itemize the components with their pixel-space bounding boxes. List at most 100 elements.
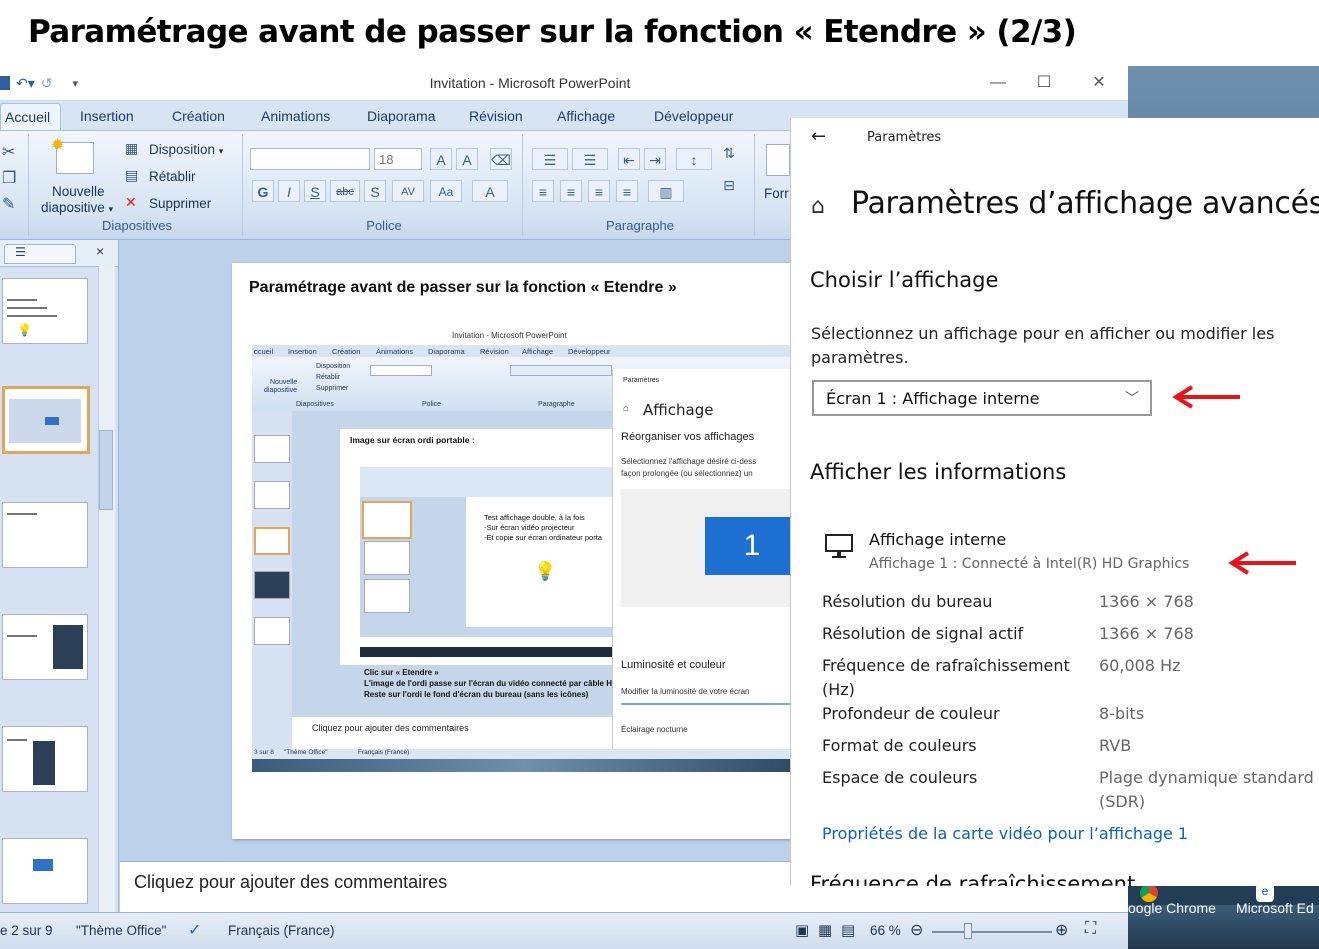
thumbnail-slide-6[interactable] (2, 838, 88, 904)
thumbnail-scrollbar-thumb[interactable] (99, 430, 113, 510)
thumbnail-content (53, 625, 83, 669)
sun-icon: ✹ (51, 137, 65, 154)
tab-slides[interactable]: ☰ (4, 244, 76, 264)
numbering-icon[interactable]: ☰ (572, 148, 608, 170)
new-slide-button[interactable]: diapositive ▾ (41, 200, 113, 215)
indent-icon[interactable]: ⇥ (644, 148, 666, 170)
inner-thumb (254, 571, 290, 599)
current-slide[interactable]: Paramétrage avant de passer sur la fonct… (232, 263, 798, 839)
info-value-refresh: 60,008 Hz (1099, 656, 1181, 675)
shadow-icon[interactable]: S (364, 180, 386, 202)
copy-icon[interactable]: ❐ (2, 168, 16, 188)
close-pane-icon[interactable]: × (96, 243, 104, 259)
zoom-in-icon[interactable]: ⊕ (1055, 920, 1068, 940)
new-slide-label-1[interactable]: Nouvelle (52, 184, 105, 199)
tab-creation[interactable]: Création (172, 108, 225, 124)
inner-status: 3 sur 8 (254, 749, 274, 756)
slide-thumbnail-pane: ☰ × 💡 (0, 240, 119, 912)
zoom-out-icon[interactable]: ⊖ (910, 920, 923, 940)
cut-icon[interactable]: ✂ (2, 142, 15, 162)
zoom-level[interactable]: 66 % (870, 923, 901, 938)
disposition-button[interactable]: Disposition ▾ (149, 142, 223, 157)
display-name: Affichage interne (869, 530, 1007, 549)
inner-affichage-title: Affichage (643, 401, 714, 419)
outdent-icon[interactable]: ⇤ (618, 148, 640, 170)
thumbnail-slide-5[interactable] (2, 726, 88, 792)
grow-font-icon[interactable]: A (430, 148, 452, 170)
shapes-icon[interactable] (766, 144, 790, 176)
font-size-combo[interactable]: 18 (374, 148, 422, 170)
nested-text: Test affichage double, à la fois (484, 513, 585, 522)
zoom-slider-thumb[interactable] (964, 923, 972, 939)
status-theme[interactable]: "Thème Office" (76, 923, 166, 938)
columns-icon[interactable]: ▥ (648, 180, 684, 202)
fit-slide-icon[interactable]: ⛶ (1085, 920, 1096, 938)
font-color-icon[interactable]: A (472, 180, 508, 202)
bulb-icon: 💡 (534, 561, 557, 581)
new-slide-icon[interactable]: ✹ (51, 137, 94, 174)
clear-format-icon[interactable]: ⌫ (490, 148, 512, 170)
tab-insertion[interactable]: Insertion (80, 108, 134, 124)
thumbnail-slide-4[interactable] (2, 614, 88, 680)
tab-accueil[interactable]: Accueil (0, 103, 62, 131)
adapter-properties-link[interactable]: Propriétés de la carte vidéo pour l’affi… (822, 824, 1188, 843)
format-partial-label[interactable]: Forr (764, 186, 789, 201)
status-language[interactable]: Français (France) (228, 923, 335, 938)
back-arrow-icon[interactable]: ← (811, 126, 826, 147)
bullets-icon[interactable]: ☰ (532, 148, 568, 170)
monitor-icon (825, 534, 853, 558)
close-button[interactable]: ✕ (1076, 70, 1122, 96)
info-value-color-space: Plage dynamique standard (1099, 768, 1314, 787)
tab-developpeur[interactable]: Développeur (654, 108, 733, 124)
sorter-view-icon[interactable]: ▦ (818, 921, 832, 939)
align-right-icon[interactable]: ≡ (588, 180, 610, 202)
inner-display-1-tile: 1 (705, 517, 798, 575)
taskbar-edge-label[interactable]: Microsoft Ed (1236, 900, 1314, 916)
tab-revision[interactable]: Révision (469, 108, 523, 124)
thumbnail-scrollbar[interactable] (98, 266, 115, 912)
spacing-icon[interactable]: AV (392, 180, 424, 202)
inner-inner-titlebar (360, 457, 622, 467)
tab-affichage[interactable]: Affichage (557, 108, 615, 124)
justify-icon[interactable]: ≡ (616, 180, 638, 202)
minimize-button[interactable]: — (975, 70, 1021, 96)
thumbnail-slide-1[interactable]: 💡 (2, 278, 88, 344)
supprimer-button[interactable]: Supprimer (149, 196, 211, 211)
underline-icon[interactable]: S (304, 180, 326, 202)
align-center-icon[interactable]: ≡ (560, 180, 582, 202)
bold-icon[interactable]: G (252, 180, 274, 202)
strike-icon[interactable]: abc (330, 180, 360, 202)
info-value-format: RVB (1099, 736, 1132, 755)
info-value-signal: 1366 × 768 (1099, 624, 1194, 643)
tab-animations[interactable]: Animations (261, 108, 330, 124)
spellcheck-icon[interactable]: ✓ (188, 920, 201, 940)
font-name-combo[interactable] (250, 148, 370, 170)
home-icon[interactable]: ⌂ (811, 194, 825, 219)
taskbar-chrome-label[interactable]: oogle Chrome (1128, 900, 1216, 916)
zoom-slider[interactable] (932, 931, 1052, 933)
inner-tab: Insertion (288, 347, 317, 356)
inner-desktop (252, 759, 798, 772)
italic-icon[interactable]: I (278, 180, 300, 202)
case-icon[interactable]: Aa (430, 180, 462, 202)
thumbnail-slide-3[interactable] (2, 502, 88, 568)
text-direction-icon[interactable]: ⇅ (718, 142, 740, 164)
line-spacing-icon[interactable]: ↕ (676, 148, 712, 170)
chevron-down-icon: ▾ (108, 204, 114, 214)
format-painter-icon[interactable]: ✎ (2, 194, 15, 214)
tab-diaporama[interactable]: Diaporama (367, 108, 435, 124)
retablir-button[interactable]: Rétablir (149, 169, 196, 184)
align-left-icon[interactable]: ≡ (532, 180, 554, 202)
thumbnail-slide-2[interactable] (2, 386, 90, 454)
maximize-button[interactable]: ☐ (1021, 70, 1067, 96)
inner-status: Français (France) (358, 749, 410, 756)
layout-icon: ▦ (125, 140, 139, 156)
display-select-dropdown[interactable]: Écran 1 : Affichage interne ﹀ (812, 380, 1152, 416)
inner-settings-label: Paramètres (623, 377, 660, 384)
align-text-icon[interactable]: ⊟ (718, 174, 740, 196)
normal-view-icon[interactable]: ▣ (795, 921, 809, 939)
slideshow-view-icon[interactable]: ▤ (841, 921, 855, 939)
ribbon-group-police: 18 A A ⌫ G I S abc S AV Aa A Police (246, 134, 523, 236)
inner-slide-heading: Image sur écran ordi portable : (350, 435, 475, 445)
shrink-font-icon[interactable]: A (456, 148, 478, 170)
